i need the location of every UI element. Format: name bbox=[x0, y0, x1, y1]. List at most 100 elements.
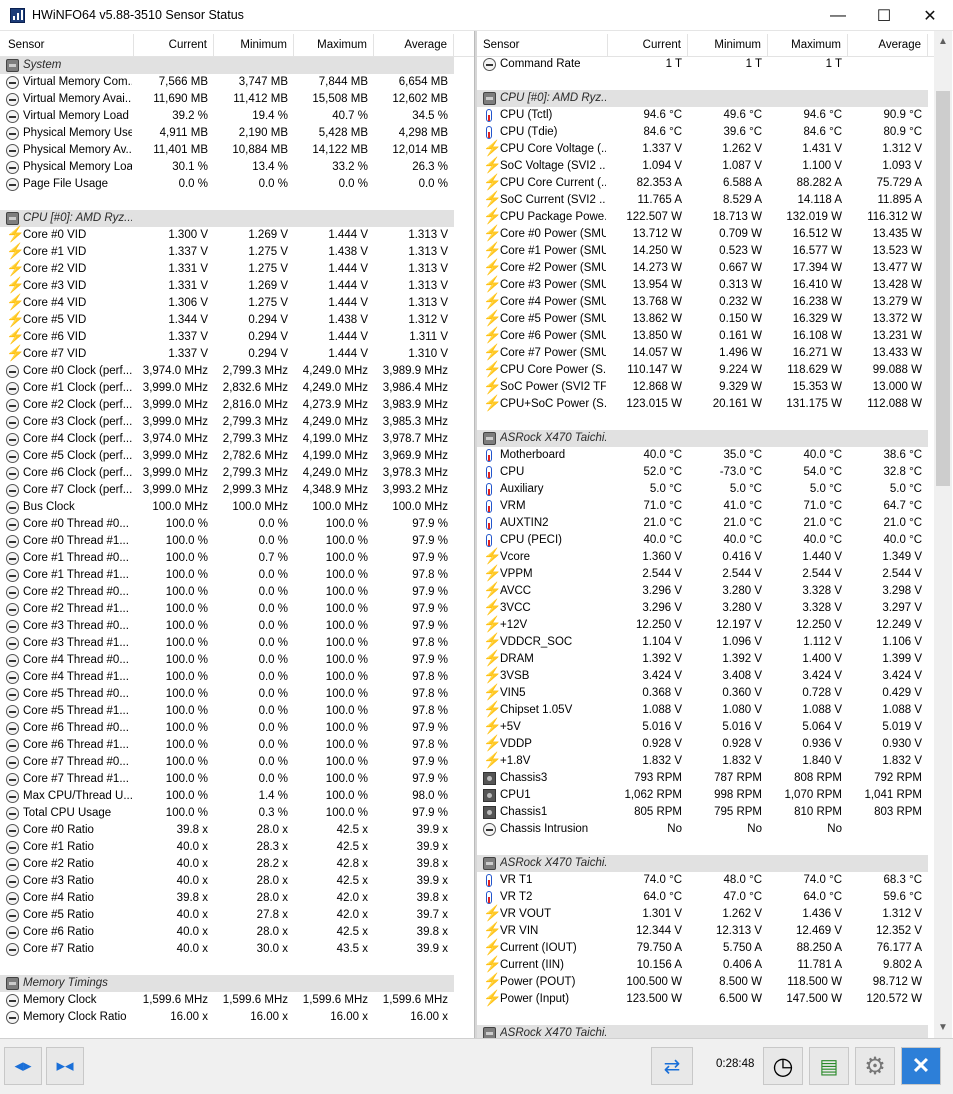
scroll-down-arrow-icon[interactable]: ▼ bbox=[934, 1019, 952, 1036]
sensor-row[interactable]: ⚡ Core #4 Power (SMU) 13.768 W 0.232 W 16.23… bbox=[477, 294, 928, 311]
column-header-sensor[interactable]: Sensor bbox=[0, 34, 134, 57]
sensor-row[interactable]: Core #1 Ratio 40.0 x 28.3 x 42.5 x 39.9 x bbox=[0, 839, 454, 856]
sensor-row[interactable]: ⚡ VIN5 0.368 V 0.360 V 0.728 V 0.429 V bbox=[477, 685, 928, 702]
minimize-button[interactable]: — bbox=[815, 0, 861, 31]
sensor-row[interactable]: VRM 71.0 °C 41.0 °C 71.0 °C 64.7 °C bbox=[477, 498, 928, 515]
sensor-group-header[interactable]: ASRock X470 Taichi... bbox=[477, 1025, 928, 1038]
sensor-row[interactable]: ⚡ VR VIN 12.344 V 12.313 V 12.469 V 12.352 V bbox=[477, 923, 928, 940]
sensor-row[interactable]: Memory Clock Ratio 16.00 x 16.00 x 16.00 x 1… bbox=[0, 1009, 454, 1026]
sensor-row[interactable]: CPU (PECI) 40.0 °C 40.0 °C 40.0 °C 40.0 °C bbox=[477, 532, 928, 549]
sensor-row[interactable]: ⚡ CPU Core Voltage (... 1.337 V 1.262 V 1.43… bbox=[477, 141, 928, 158]
sensor-row[interactable]: VR T1 74.0 °C 48.0 °C 74.0 °C 68.3 °C bbox=[477, 872, 928, 889]
column-header-maximum[interactable]: Maximum bbox=[768, 34, 848, 57]
sensor-row[interactable]: ⚡ VDDP 0.928 V 0.928 V 0.936 V 0.930 V bbox=[477, 736, 928, 753]
sensor-row[interactable]: ⚡ AVCC 3.296 V 3.280 V 3.328 V 3.298 V bbox=[477, 583, 928, 600]
nav-left-icon[interactable]: ◂▸ bbox=[4, 1047, 42, 1085]
sensor-row[interactable]: ⚡ VDDCR_SOC 1.104 V 1.096 V 1.112 V 1.106 V bbox=[477, 634, 928, 651]
column-header-current[interactable]: Current bbox=[134, 34, 214, 57]
sensor-row[interactable]: Core #6 Ratio 40.0 x 28.0 x 42.5 x 39.8 x bbox=[0, 924, 454, 941]
sensor-row[interactable]: ⚡ SoC Voltage (SVI2 ... 1.094 V 1.087 V 1.10… bbox=[477, 158, 928, 175]
sensor-row[interactable]: Core #3 Clock (perf... 3,999.0 MHz 2,799.3… bbox=[0, 414, 454, 431]
scroll-up-arrow-icon[interactable]: ▲ bbox=[934, 33, 952, 50]
sensor-row[interactable]: Bus Clock 100.0 MHz 100.0 MHz 100.0 MHz 100.… bbox=[0, 499, 454, 516]
sensor-row[interactable]: ⚡ Power (POUT) 100.500 W 8.500 W 118.500 W 98… bbox=[477, 974, 928, 991]
sensor-row[interactable]: Chassis1 805 RPM 795 RPM 810 RPM 803 RPM bbox=[477, 804, 928, 821]
sensor-row[interactable]: Virtual Memory Com... 7,566 MB 3,747 MB 7,8… bbox=[0, 74, 454, 91]
scrollbar-thumb[interactable] bbox=[936, 91, 950, 486]
sensor-row[interactable]: ⚡ Core #2 VID 1.331 V 1.275 V 1.444 V 1.313 V bbox=[0, 261, 454, 278]
sensor-row[interactable]: Core #4 Clock (perf... 3,974.0 MHz 2,799.3… bbox=[0, 431, 454, 448]
sensor-row[interactable]: Command Rate 1 T 1 T 1 T bbox=[477, 56, 928, 73]
sensor-group-header[interactable]: CPU [#0]: AMD Ryz... bbox=[0, 210, 454, 227]
sensor-row[interactable]: Max CPU/Thread U... 100.0 % 1.4 % 100.0 % 98… bbox=[0, 788, 454, 805]
sensor-row[interactable]: ⚡ +12V 12.250 V 12.197 V 12.250 V 12.249 V bbox=[477, 617, 928, 634]
sensor-row[interactable]: ⚡ VPPM 2.544 V 2.544 V 2.544 V 2.544 V bbox=[477, 566, 928, 583]
right-panel-scrollbar[interactable]: ▲ ▼ bbox=[934, 31, 952, 1038]
settings-gear-icon[interactable]: ⚙ bbox=[855, 1047, 895, 1085]
sensor-row[interactable]: ⚡ Vcore 1.360 V 0.416 V 1.440 V 1.349 V bbox=[477, 549, 928, 566]
sensor-row[interactable]: Core #3 Thread #1... 100.0 % 0.0 % 100.0 % 9… bbox=[0, 635, 454, 652]
sensor-row[interactable]: Core #2 Ratio 40.0 x 28.2 x 42.8 x 39.8 x bbox=[0, 856, 454, 873]
sensor-row[interactable]: ⚡ Core #3 VID 1.331 V 1.269 V 1.444 V 1.313 V bbox=[0, 278, 454, 295]
sensor-row[interactable]: Chassis3 793 RPM 787 RPM 808 RPM 792 RPM bbox=[477, 770, 928, 787]
sensor-row[interactable]: Auxiliary 5.0 °C 5.0 °C 5.0 °C 5.0 °C bbox=[477, 481, 928, 498]
sensor-row[interactable]: ⚡ Core #6 Power (SMU) 13.850 W 0.161 W 16.10… bbox=[477, 328, 928, 345]
sensor-row[interactable]: ⚡ Core #1 Power (SMU) 14.250 W 0.523 W 16.57… bbox=[477, 243, 928, 260]
sensor-row[interactable]: Core #4 Thread #0... 100.0 % 0.0 % 100.0 % 9… bbox=[0, 652, 454, 669]
network-icon[interactable]: ⇄ bbox=[651, 1047, 693, 1085]
sensor-row[interactable]: Core #6 Thread #0... 100.0 % 0.0 % 100.0 % 9… bbox=[0, 720, 454, 737]
sensor-row[interactable]: ⚡ +5V 5.016 V 5.016 V 5.064 V 5.019 V bbox=[477, 719, 928, 736]
sensor-row[interactable]: Core #7 Thread #0... 100.0 % 0.0 % 100.0 % 9… bbox=[0, 754, 454, 771]
sensor-row[interactable]: AUXTIN2 21.0 °C 21.0 °C 21.0 °C 21.0 °C bbox=[477, 515, 928, 532]
sensor-row[interactable]: ⚡ Core #5 Power (SMU) 13.862 W 0.150 W 16.32… bbox=[477, 311, 928, 328]
sensor-row[interactable]: ⚡ Core #1 VID 1.337 V 1.275 V 1.438 V 1.313 V bbox=[0, 244, 454, 261]
sensor-group-header[interactable]: Memory Timings bbox=[0, 975, 454, 992]
sensor-row[interactable]: Core #4 Ratio 39.8 x 28.0 x 42.0 x 39.8 x bbox=[0, 890, 454, 907]
sensor-row[interactable]: Core #3 Ratio 40.0 x 28.0 x 42.5 x 39.9 x bbox=[0, 873, 454, 890]
clock-reset-icon[interactable]: ◷ bbox=[763, 1047, 803, 1085]
sensor-row[interactable]: ⚡ DRAM 1.392 V 1.392 V 1.400 V 1.399 V bbox=[477, 651, 928, 668]
sensor-row[interactable]: Core #1 Thread #1... 100.0 % 0.0 % 100.0 % 9… bbox=[0, 567, 454, 584]
column-header-current[interactable]: Current bbox=[608, 34, 688, 57]
sensor-row[interactable]: Chassis Intrusion No No No bbox=[477, 821, 928, 838]
sensor-row[interactable]: ⚡ Core #3 Power (SMU) 13.954 W 0.313 W 16.41… bbox=[477, 277, 928, 294]
sensor-row[interactable]: ⚡ Current (IOUT) 79.750 A 5.750 A 88.250 A 76… bbox=[477, 940, 928, 957]
sensor-row[interactable]: ⚡ Core #0 Power (SMU) 13.712 W 0.709 W 16.51… bbox=[477, 226, 928, 243]
sensor-row[interactable]: CPU (Tctl) 94.6 °C 49.6 °C 94.6 °C 90.9 °C bbox=[477, 107, 928, 124]
sensor-row[interactable]: ⚡ Core #7 Power (SMU) 14.057 W 1.496 W 16.27… bbox=[477, 345, 928, 362]
log-report-icon[interactable]: ▤ bbox=[809, 1047, 849, 1085]
column-header-average[interactable]: Average bbox=[848, 34, 928, 57]
sensor-row[interactable]: ⚡ Core #0 VID 1.300 V 1.269 V 1.444 V 1.313 V bbox=[0, 227, 454, 244]
sensor-row[interactable]: Core #4 Thread #1... 100.0 % 0.0 % 100.0 % 9… bbox=[0, 669, 454, 686]
sensor-row[interactable]: Core #0 Clock (perf... 3,974.0 MHz 2,799.3… bbox=[0, 363, 454, 380]
close-sensors-icon[interactable]: ✕ bbox=[901, 1047, 941, 1085]
sensor-row[interactable]: Core #1 Clock (perf... 3,999.0 MHz 2,832.6… bbox=[0, 380, 454, 397]
sensor-row[interactable]: ⚡ 3VSB 3.424 V 3.408 V 3.424 V 3.424 V bbox=[477, 668, 928, 685]
sensor-row[interactable]: ⚡ Chipset 1.05V 1.088 V 1.080 V 1.088 V 1.088… bbox=[477, 702, 928, 719]
sensor-row[interactable]: Virtual Memory Avai... 11,690 MB 11,412 MB… bbox=[0, 91, 454, 108]
column-header-sensor[interactable]: Sensor bbox=[477, 34, 608, 57]
sensor-row[interactable]: Core #0 Thread #1... 100.0 % 0.0 % 100.0 % 9… bbox=[0, 533, 454, 550]
sensor-row[interactable]: ⚡ Current (IIN) 10.156 A 0.406 A 11.781 A 9.8… bbox=[477, 957, 928, 974]
sensor-row[interactable]: Physical Memory Av... 11,401 MB 10,884 MB 1… bbox=[0, 142, 454, 159]
column-header-minimum[interactable]: Minimum bbox=[688, 34, 768, 57]
sensor-row[interactable]: ⚡ CPU+SoC Power (S... 123.015 W 20.161 W 131… bbox=[477, 396, 928, 413]
sensor-row[interactable]: Core #6 Clock (perf... 3,999.0 MHz 2,799.3… bbox=[0, 465, 454, 482]
sensor-row[interactable]: ⚡ Core #7 VID 1.337 V 0.294 V 1.444 V 1.310 V bbox=[0, 346, 454, 363]
sensor-row[interactable]: ⚡ VR VOUT 1.301 V 1.262 V 1.436 V 1.312 V bbox=[477, 906, 928, 923]
sensor-row[interactable]: ⚡ Core #5 VID 1.344 V 0.294 V 1.438 V 1.312 V bbox=[0, 312, 454, 329]
sensor-row[interactable]: CPU 52.0 °C -73.0 °C 54.0 °C 32.8 °C bbox=[477, 464, 928, 481]
sensor-row[interactable]: Core #2 Clock (perf... 3,999.0 MHz 2,816.0… bbox=[0, 397, 454, 414]
sensor-row[interactable]: Motherboard 40.0 °C 35.0 °C 40.0 °C 38.6 °C bbox=[477, 447, 928, 464]
sensor-row[interactable]: Core #7 Clock (perf... 3,999.0 MHz 2,999.3… bbox=[0, 482, 454, 499]
sensor-row[interactable]: Core #0 Thread #0... 100.0 % 0.0 % 100.0 % 9… bbox=[0, 516, 454, 533]
sensor-row[interactable]: Core #3 Thread #0... 100.0 % 0.0 % 100.0 % 9… bbox=[0, 618, 454, 635]
sensor-row[interactable]: Core #2 Thread #1... 100.0 % 0.0 % 100.0 % 9… bbox=[0, 601, 454, 618]
sensor-row[interactable]: Core #5 Thread #0... 100.0 % 0.0 % 100.0 % 9… bbox=[0, 686, 454, 703]
close-window-button[interactable]: ✕ bbox=[907, 0, 953, 31]
sensor-row[interactable]: Core #6 Thread #1... 100.0 % 0.0 % 100.0 % 9… bbox=[0, 737, 454, 754]
sensor-row[interactable]: Core #5 Ratio 40.0 x 27.8 x 42.0 x 39.7 x bbox=[0, 907, 454, 924]
nav-right-icon[interactable]: ▸◂ bbox=[46, 1047, 84, 1085]
sensor-row[interactable]: ⚡ CPU Core Power (S... 110.147 W 9.224 W 118… bbox=[477, 362, 928, 379]
sensor-row[interactable]: ⚡ 3VCC 3.296 V 3.280 V 3.328 V 3.297 V bbox=[477, 600, 928, 617]
